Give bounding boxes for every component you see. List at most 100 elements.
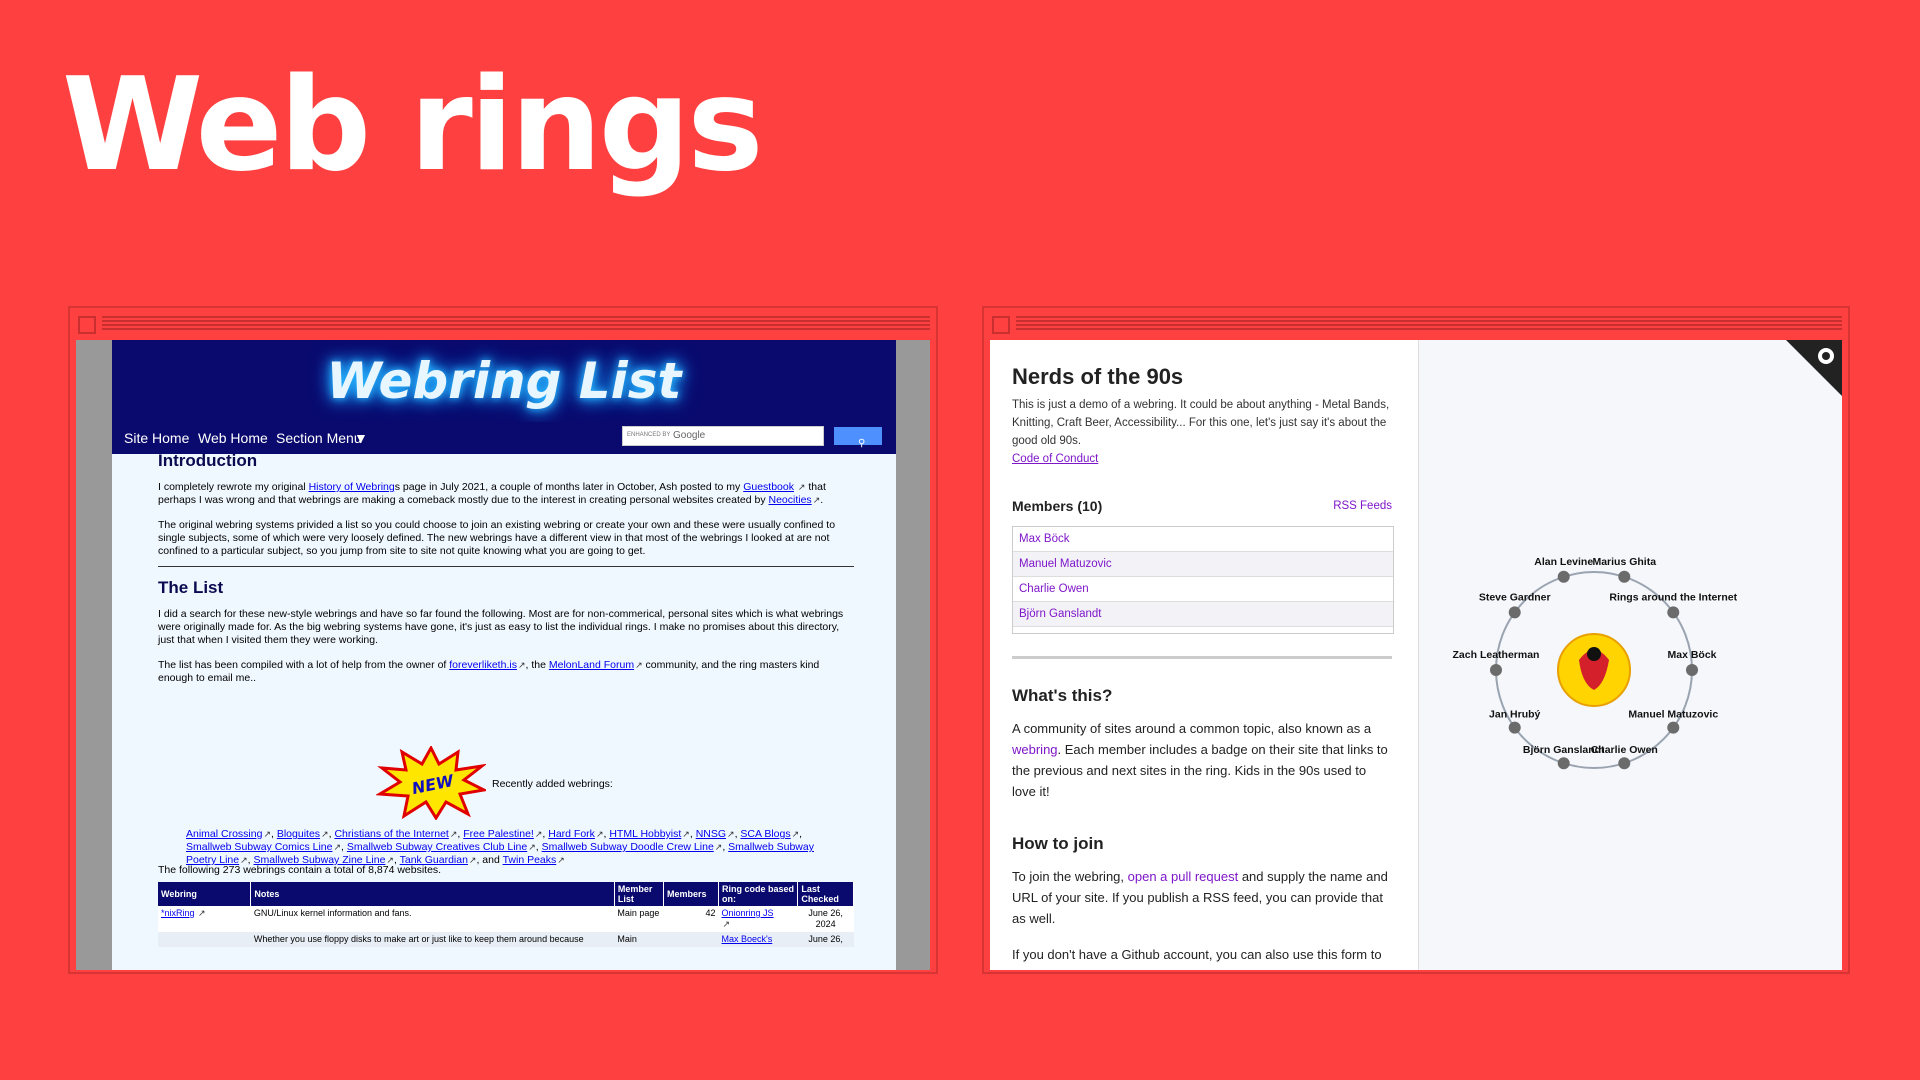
ring-visual-area: Alan Levine Marius Ghita Rings around the … — [1419, 340, 1842, 970]
recent-ring-link[interactable]: Animal Crossing — [186, 828, 262, 840]
ring-node[interactable] — [1490, 664, 1502, 676]
col-member-list: Member List — [614, 882, 664, 906]
page-description: This is just a demo of a webring. It cou… — [1012, 399, 1390, 447]
ring-node-label[interactable]: Manuel Matuzovic — [1628, 709, 1718, 721]
webring-link[interactable]: *nixRing — [161, 908, 195, 918]
search-icon: ⚲ — [858, 438, 866, 449]
cell-ring-code: Onionring JS ↗ — [719, 906, 798, 932]
text: A community of sites around a common top… — [1012, 721, 1372, 736]
how-to-join-text: To join the webring, open a pull request… — [1012, 866, 1392, 929]
chevron-down-icon[interactable]: ▼ — [354, 430, 368, 446]
recent-ring-link[interactable]: NNSG — [696, 828, 726, 840]
members-list: Max Böck Manuel Matuzovic Charlie Owen B… — [1012, 526, 1394, 634]
nav-web-home[interactable]: Web Home — [198, 430, 268, 446]
recent-ring-link[interactable]: Bloguites — [277, 828, 320, 840]
history-of-webrings-link[interactable]: History of Webring — [309, 481, 395, 493]
ring-node-label[interactable]: Björn Ganslandt — [1523, 744, 1605, 756]
slide-title: Web rings — [62, 51, 764, 200]
ring-node[interactable] — [1557, 570, 1570, 583]
cell-last-checked: June 26, — [808, 934, 843, 944]
ring-node[interactable] — [1667, 721, 1680, 734]
ring-node[interactable] — [1667, 606, 1680, 619]
neocities-link[interactable]: Neocities — [769, 494, 812, 506]
ring-node[interactable] — [1686, 664, 1698, 676]
ring-node-label[interactable]: Zach Leatherman — [1453, 649, 1540, 661]
ring-node[interactable] — [1618, 757, 1631, 770]
cell-ring-code: Max Boeck's — [719, 932, 798, 947]
rss-feeds-link[interactable]: RSS Feeds — [1333, 500, 1392, 512]
window-box-icon — [992, 316, 1010, 334]
list-overflow — [1013, 627, 1393, 633]
webring-summary: The following 273 webrings contain a tot… — [158, 864, 442, 876]
webring-list-page: Webring List Site Home Web Home Section … — [112, 340, 896, 970]
pull-request-link[interactable]: open a pull request — [1128, 869, 1239, 884]
webrings-table: Webring Notes Member List Members Ring c… — [158, 882, 854, 947]
page-content: Introduction I completely rewrote my ori… — [158, 452, 854, 685]
rss-wrap: RSS Feeds — [1012, 500, 1392, 512]
search-input[interactable]: ENHANCED BY Google — [622, 426, 824, 446]
ring-code-link[interactable]: Max Boeck's — [722, 934, 773, 944]
whats-this-heading: What's this? — [1012, 686, 1113, 705]
ring-node-label[interactable]: Max Böck — [1667, 649, 1716, 661]
external-link-icon: ↗ — [595, 829, 604, 839]
ring-node-label[interactable]: Marius Ghita — [1592, 556, 1656, 568]
text: I completely rewrote my original — [158, 481, 309, 493]
table-row: *nixRing ↗ GNU/Linux kernel information … — [158, 906, 854, 932]
recent-ring-link[interactable]: Smallweb Subway Comics Line — [186, 841, 332, 853]
table-row: Whether you use floppy disks to make art… — [158, 932, 854, 947]
recent-ring-link[interactable]: HTML Hobbyist — [609, 828, 681, 840]
col-members: Members — [663, 882, 720, 906]
webring-link[interactable]: webring — [1012, 742, 1058, 757]
intro-paragraph-1: I completely rewrote my original History… — [158, 481, 854, 507]
how-to-join-heading: How to join — [1012, 834, 1104, 853]
site-logo[interactable]: Webring List — [327, 352, 682, 410]
divider — [158, 566, 854, 567]
cell-members — [663, 932, 718, 947]
cell-webring: *nixRing ↗ — [158, 906, 251, 932]
text: , the — [525, 659, 549, 671]
table-header-row: Webring Notes Member List Members Ring c… — [158, 882, 854, 906]
ring-node[interactable] — [1508, 721, 1521, 734]
text: To join the webring, — [1012, 869, 1128, 884]
list-item[interactable]: Max Böck — [1013, 527, 1393, 552]
list-item[interactable]: Manuel Matuzovic — [1013, 552, 1393, 577]
search-button[interactable]: ⚲ — [834, 427, 882, 449]
melonland-forum-link[interactable]: MelonLand Forum — [549, 659, 634, 671]
recent-ring-link[interactable]: Smallweb Subway Creatives Club Line — [347, 841, 527, 853]
window-box-icon — [78, 316, 96, 334]
cell-webring — [158, 932, 251, 947]
guestbook-link[interactable]: Guestbook — [743, 481, 794, 493]
ring-node[interactable] — [1508, 606, 1521, 619]
list-item[interactable]: Charlie Owen — [1013, 577, 1393, 602]
github-corner[interactable] — [1786, 340, 1842, 396]
whats-this-text: A community of sites around a common top… — [1012, 718, 1392, 802]
list-paragraph-2: The list has been compiled with a lot of… — [158, 659, 854, 685]
site-nav: Site Home Web Home Section Menu ▼ ENHANC… — [112, 422, 896, 454]
recent-ring-link[interactable]: Free Palestine! — [463, 828, 534, 840]
google-logo: Google — [673, 430, 706, 441]
ring-node-label[interactable]: Rings around the Internet — [1609, 591, 1737, 603]
foreverliketh-link[interactable]: foreverliketh.is — [449, 659, 517, 671]
nav-section-menu[interactable]: Section Menu — [276, 430, 362, 446]
ring-node-label[interactable]: Jan Hrubý — [1489, 709, 1541, 721]
ring-node[interactable] — [1557, 757, 1570, 770]
ring-node-label[interactable]: Steve Gardner — [1479, 591, 1551, 603]
list-item[interactable]: Björn Ganslandt — [1013, 602, 1393, 627]
ring-code-link[interactable]: Onionring JS — [722, 908, 774, 918]
recent-ring-link[interactable]: Christians of the Internet — [334, 828, 448, 840]
webring-diagram: Alan Levine Marius Ghita Rings around the … — [1453, 556, 1738, 770]
recent-ring-link[interactable]: Twin Peaks — [503, 854, 557, 866]
external-link-icon: ↗ — [333, 842, 342, 852]
recent-ring-link[interactable]: Hard Fork — [548, 828, 595, 840]
recent-ring-link[interactable]: Smallweb Subway Doodle Crew Line — [542, 841, 714, 853]
cell-notes: GNU/Linux kernel information and fans. — [253, 908, 412, 918]
github-icon — [1818, 348, 1834, 364]
external-link-icon: ↗ — [682, 829, 690, 839]
ring-node[interactable] — [1618, 570, 1631, 583]
list-paragraph-1: I did a search for these new-style webri… — [158, 608, 844, 646]
ring-node-label[interactable]: Alan Levine — [1534, 556, 1593, 568]
window-titlebar — [982, 306, 1850, 338]
recent-ring-link[interactable]: SCA Blogs — [740, 828, 790, 840]
code-of-conduct-link[interactable]: Code of Conduct — [1012, 453, 1098, 465]
nav-site-home[interactable]: Site Home — [124, 430, 189, 446]
